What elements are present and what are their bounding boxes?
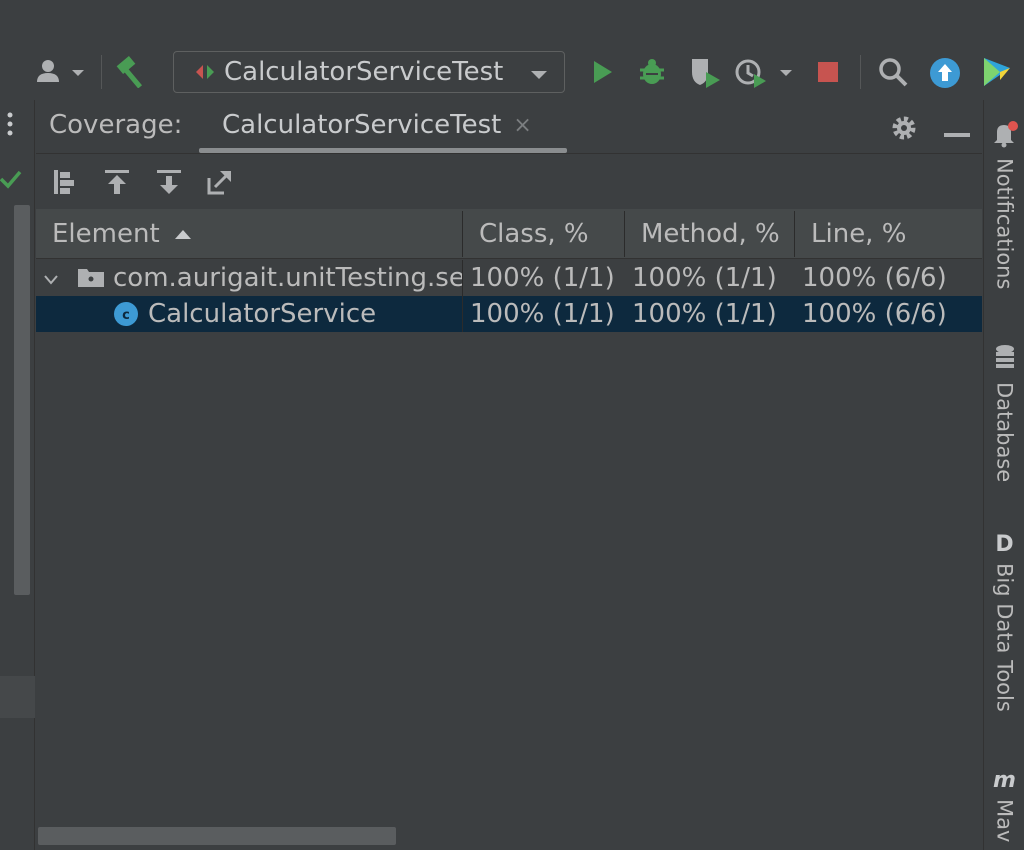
- maven-icon: m: [993, 768, 1016, 793]
- right-tool-strip: Notifications Database D Big Data Tools …: [983, 100, 1024, 850]
- column-header-element[interactable]: Element: [52, 209, 452, 259]
- left-panel-scrollbar[interactable]: [14, 205, 30, 595]
- chevron-down-icon: [530, 66, 548, 85]
- database-label: Database: [992, 382, 1017, 483]
- profiler-icon[interactable]: [734, 56, 800, 90]
- toolbar-separator: [860, 55, 861, 89]
- maven-tool-button[interactable]: m Mav: [984, 768, 1024, 842]
- database-tool-button[interactable]: Database: [984, 344, 1024, 482]
- toolbar-separator: [101, 55, 102, 89]
- row-class-coverage: 100% (1/1): [470, 299, 615, 329]
- coverage-toolbar: [36, 155, 982, 209]
- navigate-down-icon[interactable]: [156, 168, 182, 200]
- left-tool-strip: [0, 100, 35, 850]
- row-method-coverage: 100% (1/1): [632, 299, 777, 329]
- column-divider[interactable]: [624, 211, 625, 257]
- tab-label: CalculatorServiceTest: [222, 110, 502, 140]
- panel-title: Coverage:: [49, 110, 183, 140]
- database-icon: [993, 344, 1017, 376]
- big-data-tools-icon: D: [995, 532, 1014, 557]
- row-class-coverage: 100% (1/1): [470, 263, 615, 293]
- table-header: Element Class, % Method, % Line, %: [36, 209, 982, 259]
- row-divider: [462, 296, 463, 332]
- coverage-table: Element Class, % Method, % Line, % com.a…: [36, 209, 982, 332]
- run-icon[interactable]: [590, 58, 616, 86]
- stop-icon[interactable]: [816, 60, 840, 84]
- row-method-coverage: 100% (1/1): [632, 263, 777, 293]
- column-header-line[interactable]: Line, %: [811, 209, 906, 259]
- search-icon[interactable]: [876, 56, 910, 88]
- sort-ascending-icon: [174, 228, 192, 240]
- big-data-tools-label: Big Data Tools: [992, 563, 1017, 712]
- svg-text:c: c: [122, 308, 130, 323]
- horizontal-scrollbar[interactable]: [38, 827, 396, 845]
- class-icon: c: [113, 301, 139, 331]
- row-line-coverage: 100% (6/6): [802, 263, 947, 293]
- column-header-class[interactable]: Class, %: [479, 209, 589, 259]
- notifications-label: Notifications: [992, 158, 1017, 290]
- build-hammer-icon[interactable]: [116, 56, 150, 88]
- row-element-name: com.aurigait.unitTesting.se: [113, 263, 462, 293]
- plugin-logo-icon[interactable]: [980, 54, 1016, 90]
- checkmark-icon: [0, 168, 22, 190]
- run-config-label: CalculatorServiceTest: [224, 57, 504, 87]
- flatten-packages-icon[interactable]: [52, 168, 78, 200]
- coverage-panel: Coverage: CalculatorServiceTest × Elemen…: [36, 100, 982, 850]
- coverage-icon[interactable]: [688, 56, 722, 90]
- column-header-method[interactable]: Method, %: [641, 209, 780, 259]
- debug-icon[interactable]: [636, 56, 668, 88]
- close-icon[interactable]: ×: [513, 113, 531, 138]
- bell-icon: [992, 120, 1018, 152]
- minimize-icon[interactable]: [944, 124, 970, 143]
- coverage-panel-header: Coverage: CalculatorServiceTest ×: [36, 100, 982, 154]
- more-options-icon[interactable]: [4, 110, 16, 140]
- chevron-down-icon[interactable]: [44, 270, 58, 289]
- export-icon[interactable]: [206, 168, 234, 200]
- row-divider: [462, 260, 463, 296]
- maven-label: Mav: [992, 799, 1017, 843]
- active-tab-indicator: [199, 148, 567, 153]
- left-panel-selected-row: [0, 676, 35, 718]
- table-row[interactable]: com.aurigait.unitTesting.se 100% (1/1) 1…: [36, 260, 982, 296]
- column-divider[interactable]: [794, 211, 795, 257]
- notifications-tool-button[interactable]: Notifications: [984, 120, 1024, 289]
- gear-icon[interactable]: [890, 114, 918, 146]
- update-icon[interactable]: [928, 56, 962, 90]
- row-element-name: CalculatorService: [148, 299, 377, 329]
- table-row[interactable]: c CalculatorService 100% (1/1) 100% (1/1…: [36, 296, 982, 332]
- big-data-tools-tool-button[interactable]: D Big Data Tools: [984, 532, 1024, 712]
- column-divider[interactable]: [462, 211, 463, 257]
- account-icon[interactable]: [34, 58, 86, 86]
- run-configuration-selector[interactable]: CalculatorServiceTest: [173, 51, 565, 93]
- run-config-icon: [194, 63, 216, 81]
- navigate-up-icon[interactable]: [104, 168, 130, 200]
- package-folder-icon: [77, 266, 105, 292]
- tab-calculator-service-test[interactable]: CalculatorServiceTest ×: [222, 110, 532, 140]
- row-line-coverage: 100% (6/6): [802, 299, 947, 329]
- main-toolbar: CalculatorServiceTest: [0, 0, 1024, 100]
